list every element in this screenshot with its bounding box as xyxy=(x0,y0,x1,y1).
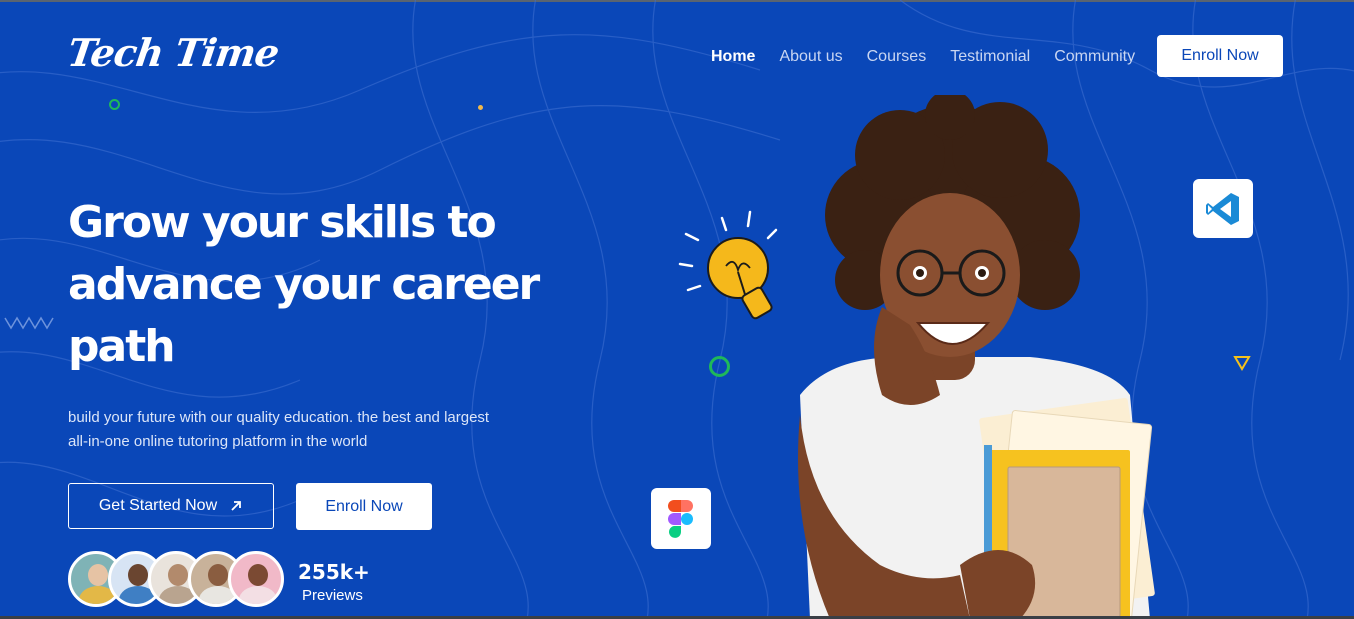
get-started-label: Get Started Now xyxy=(98,497,218,514)
nav-enroll-button[interactable]: Enroll Now xyxy=(1157,35,1283,77)
figma-tile xyxy=(651,488,711,549)
get-started-button[interactable]: Get Started Now xyxy=(68,483,274,529)
headline-line-3: path xyxy=(68,321,176,372)
enroll-now-button[interactable]: Enroll Now xyxy=(296,483,432,530)
yellow-triangle-shape xyxy=(1233,356,1251,371)
vscode-icon xyxy=(1206,192,1239,225)
vscode-tile xyxy=(1193,179,1253,238)
headline-line-1: Grow your skills to xyxy=(68,197,497,248)
green-ring-large xyxy=(709,356,730,377)
main-nav: Home About us Courses Testimonial Commun… xyxy=(711,48,1135,66)
figma-icon xyxy=(668,499,693,538)
headline-line-2: advance your career xyxy=(68,259,540,310)
hero-student-illustration xyxy=(798,95,1155,619)
yellow-dot xyxy=(478,105,483,110)
green-ring-small xyxy=(109,99,120,110)
nav-item-home[interactable]: Home xyxy=(711,48,755,66)
nav-item-testimonial[interactable]: Testimonial xyxy=(950,48,1030,66)
subtitle-line-2: all-in-one online tutoring platform in t… xyxy=(68,433,368,450)
zigzag-shape xyxy=(4,316,54,330)
student-avatars xyxy=(68,551,284,607)
nav-item-courses[interactable]: Courses xyxy=(867,48,927,66)
hero-subtitle: build your future with our quality educa… xyxy=(68,406,538,454)
subtitle-line-1: build your future with our quality educa… xyxy=(68,409,490,426)
arrow-up-right-icon xyxy=(231,501,242,511)
previews-count: 255k+ xyxy=(298,560,370,584)
previews-label: Previews xyxy=(302,587,363,604)
avatar xyxy=(228,551,284,607)
nav-item-community[interactable]: Community xyxy=(1054,48,1135,66)
nav-item-about-us[interactable]: About us xyxy=(779,48,842,66)
logo[interactable]: Tech Time xyxy=(65,30,282,75)
hero-headline: Grow your skills to advance your career … xyxy=(68,192,628,378)
